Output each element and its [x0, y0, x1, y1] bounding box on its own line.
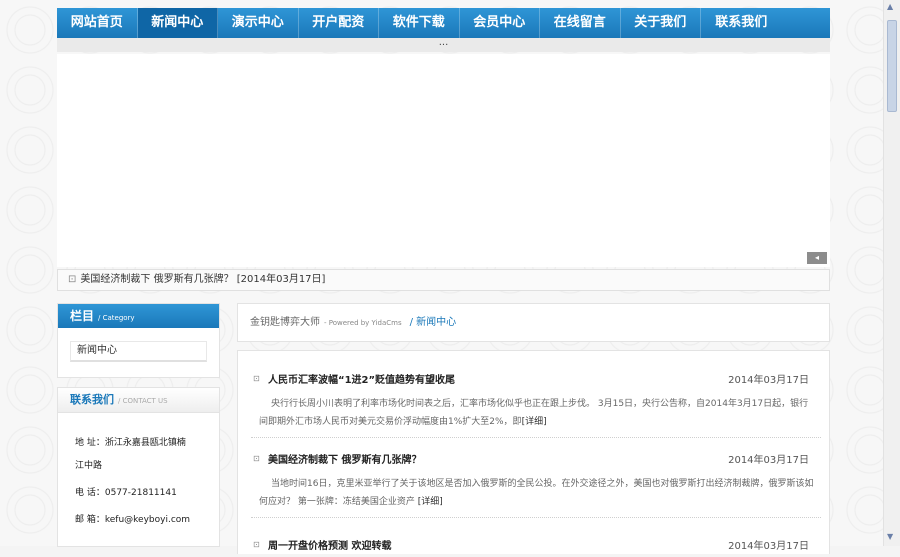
nav-item-about[interactable]: 关于我们 [621, 8, 701, 38]
nav-item-message[interactable]: 在线留言 [540, 8, 621, 38]
category-item-news[interactable]: 新闻中心 [70, 341, 207, 362]
contact-panel: 联系我们 / CONTACT US 地 址：浙江永嘉县瓯北镇楠 江中路 电 话：0… [57, 387, 220, 547]
square-bullet-icon: ⊡ [68, 274, 77, 285]
nav-item-account[interactable]: 开户配资 [299, 8, 379, 38]
nav-item-demo[interactable]: 演示中心 [218, 8, 299, 38]
list-item: ⊡ 人民币汇率波幅“1进2”贬值趋势有望收尾 2014年03月17日 央行行长周… [251, 371, 821, 438]
article-summary: 央行行长周小川表明了利率市场化时间表之后，汇率市场化似乎也正在跟上步伐。 3月1… [251, 391, 821, 431]
square-bullet-icon: ⊡ [253, 374, 260, 383]
ticker-text[interactable]: 美国经济制裁下 俄罗斯有几张牌？ [2014年03月17日] [80, 274, 325, 285]
article-more-link[interactable]: [详细] [522, 417, 547, 427]
divider [251, 437, 821, 438]
contact-address: 地 址：浙江永嘉县瓯北镇楠 [75, 438, 186, 448]
nav-item-member[interactable]: 会员中心 [460, 8, 540, 38]
article-list: ⊡ 人民币汇率波幅“1进2”贬值趋势有望收尾 2014年03月17日 央行行长周… [237, 350, 830, 554]
banner-prev-button[interactable]: ◂ [807, 252, 827, 264]
contact-email: 邮 箱：kefu@keyboyi.com [75, 515, 191, 525]
nav-item-download[interactable]: 软件下载 [379, 8, 460, 38]
scrollbar-thumb[interactable] [887, 20, 897, 112]
square-bullet-icon: ⊡ [253, 454, 260, 463]
nav-item-news[interactable]: 新闻中心 [137, 8, 218, 38]
article-date: 2014年03月17日 [728, 541, 809, 552]
category-subtitle: / Category [98, 314, 135, 322]
article-summary: 当地时间16日，克里米亚举行了关于该地区是否加入俄罗斯的全民公投。在外交途径之外… [251, 471, 821, 511]
scroll-up-icon[interactable]: ▲ [887, 2, 893, 11]
contact-title: 联系我们 [70, 393, 114, 406]
square-bullet-icon: ⊡ [253, 540, 260, 549]
article-summary-text: 当地时间16日，克里米亚举行了关于该地区是否加入俄罗斯的全民公投。在外交途径之外… [259, 479, 814, 507]
banner-area [57, 54, 830, 267]
scroll-down-icon[interactable]: ▼ [887, 532, 893, 541]
list-item: ⊡ 周一开盘价格预测 欢迎转载 2014年03月17日 [251, 537, 821, 557]
contact-subtitle: / CONTACT US [118, 397, 168, 405]
article-title[interactable]: 周一开盘价格预测 欢迎转载 [268, 537, 391, 552]
contact-header: 联系我们 / CONTACT US [58, 388, 219, 413]
article-date: 2014年03月17日 [728, 375, 809, 386]
article-title[interactable]: 人民币汇率波幅“1进2”贬值趋势有望收尾 [268, 371, 455, 386]
contact-phone: 电 话：0577-21811141 [75, 488, 177, 498]
category-panel: 栏目 / Category 新闻中心 [57, 303, 220, 378]
nav-item-home[interactable]: 网站首页 [57, 8, 138, 38]
sub-nav[interactable]: ... [57, 38, 830, 52]
nav-item-contact[interactable]: 联系我们 [701, 8, 782, 38]
category-header: 栏目 / Category [58, 304, 219, 328]
divider [251, 517, 821, 518]
category-title: 栏目 [70, 309, 95, 323]
vertical-scrollbar[interactable]: ▲ ▼ [883, 0, 900, 546]
left-arrow-icon: ◂ [814, 253, 819, 262]
article-more-link[interactable]: [详细] [418, 497, 443, 507]
contact-address-cont: 江中路 [75, 461, 103, 471]
breadcrumb-site[interactable]: 金钥匙博弈大师 [250, 317, 320, 328]
news-ticker[interactable]: ⊡ 美国经济制裁下 俄罗斯有几张牌？ [2014年03月17日] [57, 269, 830, 291]
breadcrumb-current[interactable]: / 新闻中心 [410, 317, 457, 328]
powered-by-text: - Powered by YidaCms [324, 319, 402, 327]
article-title[interactable]: 美国经济制裁下 俄罗斯有几张牌？ [268, 451, 421, 466]
breadcrumb: 金钥匙博弈大师 - Powered by YidaCms / 新闻中心 [237, 303, 830, 342]
list-item: ⊡ 美国经济制裁下 俄罗斯有几张牌？ 2014年03月17日 当地时间16日，克… [251, 451, 821, 518]
main-nav: 网站首页 新闻中心 演示中心 开户配资 软件下载 会员中心 在线留言 关于我们 … [57, 8, 830, 38]
page-container: 网站首页 新闻中心 演示中心 开户配资 软件下载 会员中心 在线留言 关于我们 … [57, 8, 830, 554]
article-date: 2014年03月17日 [728, 455, 809, 466]
